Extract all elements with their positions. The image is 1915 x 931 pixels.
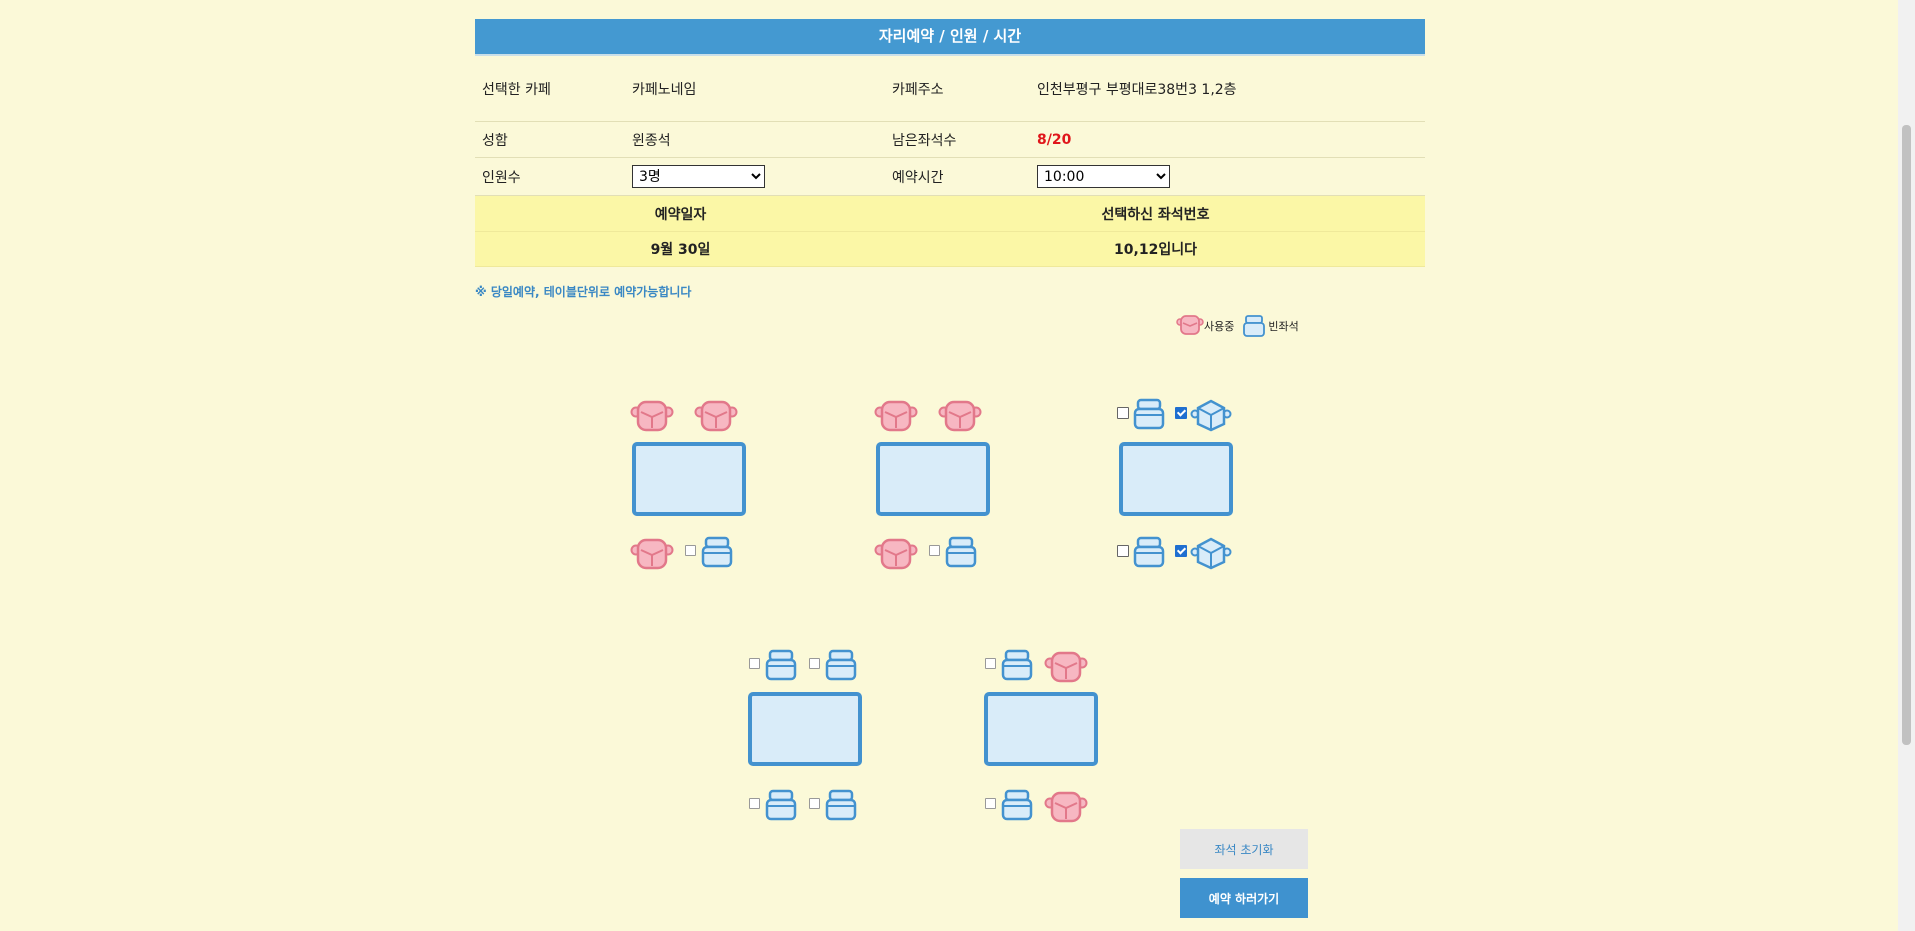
reservation-panel: 자리예약 / 인원 / 시간 선택한 카페 카페노네임 카페주소 인천부평구 부… (475, 19, 1425, 267)
people-label: 인원수 (482, 169, 521, 186)
empty-seat-icon[interactable] (1132, 396, 1166, 436)
table (632, 442, 746, 516)
empty-seat-icon[interactable] (1000, 647, 1034, 687)
scrollbar-thumb[interactable] (1902, 125, 1911, 745)
time-select[interactable]: 10:00 (1037, 165, 1170, 188)
people-cell: 3명 (632, 158, 765, 195)
name-row: 성함 윈종석 남은좌석수 8/20 (475, 122, 1425, 158)
legend-occupied: 사용중 (1176, 313, 1234, 339)
seat-checkbox[interactable] (685, 545, 696, 556)
seat-label: 선택하신 좌석번호 (1101, 206, 1210, 223)
address-label: 카페주소 (892, 81, 944, 98)
empty-seat-icon[interactable] (764, 647, 798, 687)
seat-checkbox[interactable] (749, 798, 760, 809)
address-value: 인천부평구 부평대로38번3 1,2층 (1037, 81, 1237, 98)
occupied-seat-icon (1044, 648, 1088, 692)
occupied-seat-icon (874, 535, 918, 579)
name-value: 윈종석 (632, 132, 671, 149)
occupied-seat-icon (694, 397, 738, 441)
people-row: 인원수 3명 예약시간 10:00 (475, 158, 1425, 196)
legend-empty-label: 빈좌석 (1268, 320, 1299, 333)
page-title: 자리예약 / 인원 / 시간 (475, 19, 1425, 56)
time-cell: 10:00 (1037, 158, 1170, 195)
empty-seat-icon[interactable] (1132, 534, 1166, 574)
seat-checkbox[interactable] (1117, 545, 1129, 557)
empty-seat-icon[interactable] (1000, 787, 1034, 827)
occupied-seat-icon (938, 397, 982, 441)
seat-value: 10,12입니다 (1114, 242, 1197, 258)
seat-checkbox[interactable] (809, 798, 820, 809)
empty-seat-icon[interactable] (824, 787, 858, 827)
legend-occupied-label: 사용중 (1204, 320, 1235, 333)
notice-text: ※ 당일예약, 테이블단위로 예약가능합니다 (475, 285, 692, 299)
table (984, 692, 1098, 766)
scrollbar[interactable] (1898, 0, 1915, 931)
name-label: 성함 (482, 132, 508, 149)
seat-checkbox[interactable] (749, 658, 760, 669)
occupied-seat-icon (630, 535, 674, 579)
table (876, 442, 990, 516)
selected-seat-icon[interactable] (1190, 534, 1232, 576)
empty-seat-icon[interactable] (824, 647, 858, 687)
date-value: 9월 30일 (650, 242, 711, 258)
table (748, 692, 862, 766)
remaining-value: 8/20 (1037, 131, 1072, 148)
seat-checkbox[interactable] (929, 545, 940, 556)
selected-seat-icon[interactable] (1190, 396, 1232, 438)
empty-seat-icon[interactable] (764, 787, 798, 827)
time-label: 예약시간 (892, 169, 944, 186)
date-label: 예약일자 (654, 206, 707, 223)
table (1119, 442, 1233, 516)
seat-checkbox[interactable] (985, 658, 996, 669)
occupied-seat-icon (630, 397, 674, 441)
empty-seat-icon[interactable] (700, 534, 734, 574)
cafe-label: 선택한 카페 (482, 81, 551, 98)
seat-checkbox[interactable] (985, 798, 996, 809)
cafe-row: 선택한 카페 카페노네임 카페주소 인천부평구 부평대로38번3 1,2층 (475, 56, 1425, 122)
occupied-seat-icon (1044, 788, 1088, 832)
occupied-seat-icon (1176, 315, 1204, 335)
empty-seat-icon[interactable] (944, 534, 978, 574)
people-select[interactable]: 3명 (632, 165, 765, 188)
legend-empty: 빈좌석 (1240, 313, 1299, 339)
seat-checkbox[interactable] (1175, 407, 1187, 419)
occupied-seat-icon (874, 397, 918, 441)
reserve-button[interactable]: 예약 하러가기 (1180, 878, 1308, 918)
summary-value-row: 9월 30일 10,12입니다 (475, 232, 1425, 267)
seat-checkbox[interactable] (1117, 407, 1129, 419)
empty-seat-icon (1243, 315, 1266, 337)
cafe-value: 카페노네임 (632, 81, 697, 98)
legend: 사용중 빈좌석 (1176, 313, 1305, 339)
reset-seats-button[interactable]: 좌석 초기화 (1180, 829, 1308, 869)
seat-checkbox[interactable] (1175, 545, 1187, 557)
seat-checkbox[interactable] (809, 658, 820, 669)
remaining-label: 남은좌석수 (892, 132, 957, 149)
summary-header-row: 예약일자 선택하신 좌석번호 (475, 196, 1425, 232)
